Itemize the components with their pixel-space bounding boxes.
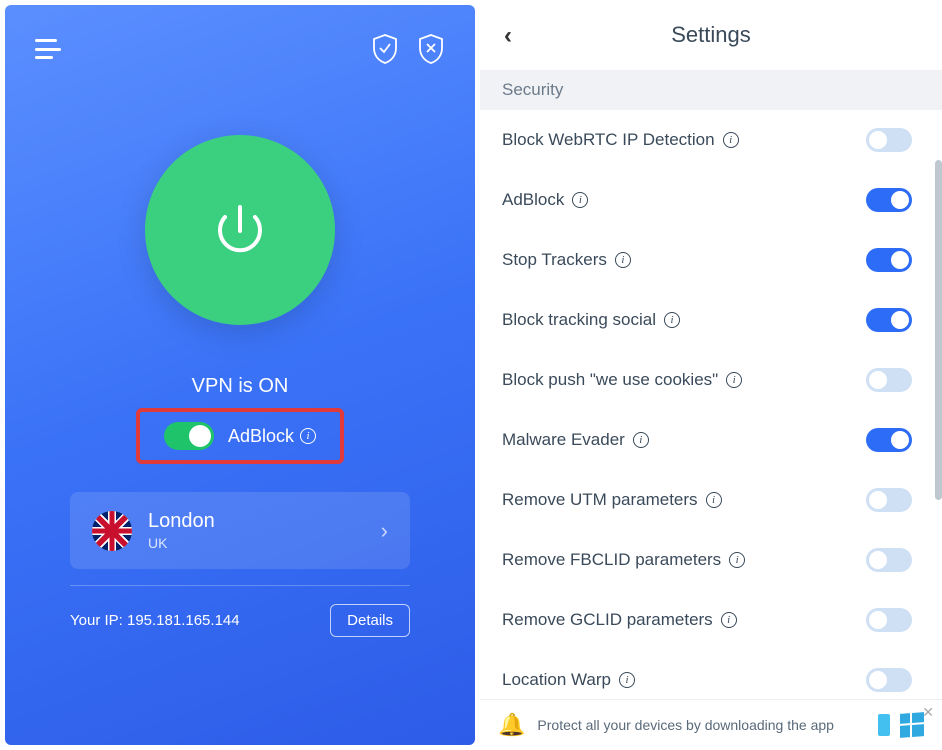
setting-toggle[interactable] — [866, 128, 912, 152]
adblock-label: AdBlock i — [228, 426, 316, 447]
info-icon[interactable]: i — [723, 132, 739, 148]
setting-row: Block push "we use cookies" i — [480, 350, 942, 410]
setting-label-text: Remove FBCLID parameters — [502, 550, 721, 570]
setting-label: Block tracking social i — [502, 310, 680, 330]
setting-toggle[interactable] — [866, 188, 912, 212]
setting-row: Stop Trackers i — [480, 230, 942, 290]
info-icon[interactable]: i — [633, 432, 649, 448]
device-icons[interactable] — [878, 713, 924, 737]
adblock-highlight-box: AdBlock i — [136, 408, 344, 464]
ip-row: Your IP: 195.181.165.144 Details — [70, 585, 410, 637]
setting-row: Malware Evader i — [480, 410, 942, 470]
info-icon[interactable]: i — [300, 428, 316, 444]
power-button[interactable] — [145, 135, 335, 325]
setting-row: Remove FBCLID parameters i — [480, 530, 942, 590]
left-topbar — [5, 5, 475, 65]
settings-panel: ‹ Settings Security Block WebRTC IP Dete… — [480, 0, 942, 750]
details-button[interactable]: Details — [330, 604, 410, 637]
setting-label-text: Block push "we use cookies" — [502, 370, 718, 390]
info-icon[interactable]: i — [664, 312, 680, 328]
info-icon[interactable]: i — [615, 252, 631, 268]
setting-label-text: Block tracking social — [502, 310, 656, 330]
promo-bar: 🔔 Protect all your devices by downloadin… — [480, 699, 942, 750]
location-city: London — [148, 510, 365, 533]
setting-label-text: Malware Evader — [502, 430, 625, 450]
setting-toggle[interactable] — [866, 248, 912, 272]
setting-label: Block push "we use cookies" i — [502, 370, 742, 390]
power-icon — [205, 195, 275, 265]
setting-toggle[interactable] — [866, 668, 912, 692]
settings-list: Block WebRTC IP DetectioniAdBlockiStop T… — [480, 110, 942, 699]
setting-label: Remove FBCLID parameters i — [502, 550, 745, 570]
adblock-label-text: AdBlock — [228, 426, 294, 447]
setting-row: Remove UTM parameters i — [480, 470, 942, 530]
setting-label-text: Remove GCLID parameters — [502, 610, 713, 630]
uk-flag-icon — [92, 511, 132, 551]
setting-toggle[interactable] — [866, 488, 912, 512]
setting-row: Location Warp i — [480, 650, 942, 699]
setting-row: Block WebRTC IP Detection i — [480, 110, 942, 170]
setting-toggle[interactable] — [866, 308, 912, 332]
bell-icon: 🔔 — [498, 712, 525, 738]
back-button[interactable]: ‹ — [504, 22, 512, 50]
setting-label-text: Remove UTM parameters — [502, 490, 698, 510]
security-section-header: Security — [480, 70, 942, 110]
setting-toggle[interactable] — [866, 608, 912, 632]
info-icon[interactable]: i — [619, 672, 635, 688]
menu-icon[interactable] — [35, 39, 61, 59]
shield-check-icon[interactable] — [371, 33, 399, 65]
setting-label: Block WebRTC IP Detection i — [502, 130, 739, 150]
setting-label-text: Stop Trackers — [502, 250, 607, 270]
promo-text: Protect all your devices by downloading … — [537, 716, 866, 734]
windows-icon — [900, 712, 924, 738]
topbar-icons — [371, 33, 445, 65]
setting-label: AdBlock i — [502, 190, 588, 210]
info-icon[interactable]: i — [726, 372, 742, 388]
setting-label: Malware Evader i — [502, 430, 649, 450]
vpn-status-text: VPN is ON — [192, 375, 289, 398]
setting-toggle[interactable] — [866, 548, 912, 572]
phone-icon — [878, 714, 890, 736]
setting-label: Remove UTM parameters i — [502, 490, 722, 510]
setting-label-text: AdBlock — [502, 190, 564, 210]
setting-label-text: Block WebRTC IP Detection — [502, 130, 715, 150]
location-selector[interactable]: London UK › — [70, 492, 410, 569]
info-icon[interactable]: i — [572, 192, 588, 208]
chevron-right-icon: › — [381, 518, 388, 544]
location-country: UK — [148, 535, 365, 551]
ip-label: Your IP: 195.181.165.144 — [70, 612, 240, 629]
vpn-main-panel: VPN is ON AdBlock i London UK › Your IP:… — [5, 5, 475, 745]
info-icon[interactable]: i — [729, 552, 745, 568]
setting-toggle[interactable] — [866, 428, 912, 452]
settings-header: ‹ Settings — [480, 0, 942, 70]
info-icon[interactable]: i — [706, 492, 722, 508]
setting-toggle[interactable] — [866, 368, 912, 392]
setting-label: Stop Trackers i — [502, 250, 631, 270]
adblock-toggle[interactable] — [164, 422, 214, 450]
scrollbar[interactable] — [935, 160, 942, 500]
setting-label: Location Warp i — [502, 670, 635, 690]
setting-label-text: Location Warp — [502, 670, 611, 690]
location-text: London UK — [148, 510, 365, 551]
settings-title: Settings — [671, 22, 751, 48]
setting-row: Remove GCLID parameters i — [480, 590, 942, 650]
shield-x-icon[interactable] — [417, 33, 445, 65]
setting-label: Remove GCLID parameters i — [502, 610, 737, 630]
setting-row: AdBlock i — [480, 170, 942, 230]
info-icon[interactable]: i — [721, 612, 737, 628]
close-icon[interactable]: ✕ — [922, 704, 934, 721]
setting-row: Block tracking social i — [480, 290, 942, 350]
